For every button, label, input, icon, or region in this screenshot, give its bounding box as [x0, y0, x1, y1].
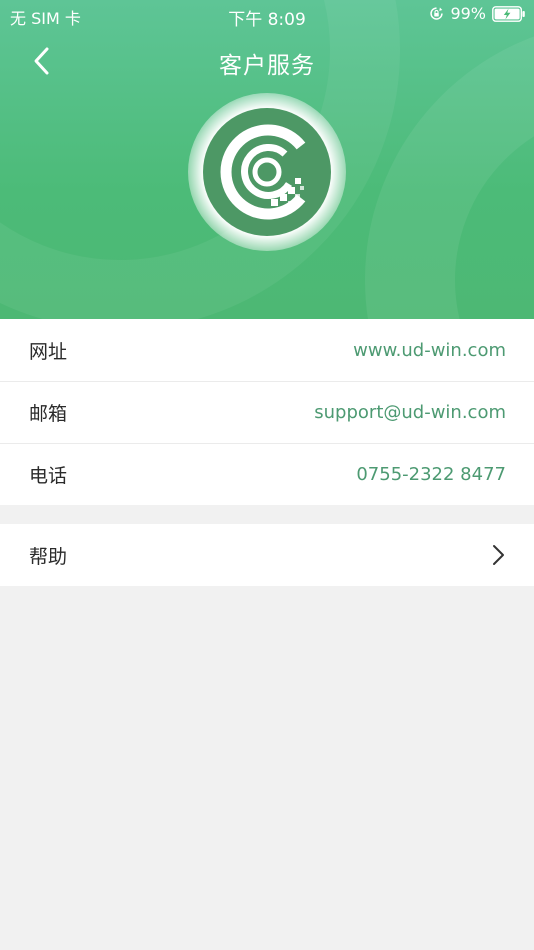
row-label: 电话 [29, 465, 68, 487]
orientation-lock-icon [430, 7, 444, 20]
status-right: 99% [429, 4, 526, 23]
page-title: 客户服务 [219, 53, 315, 79]
navigation-bar: 客户服务 [0, 38, 534, 84]
row-value[interactable]: support@ud-win.com [314, 402, 506, 423]
contact-row-email[interactable]: 邮箱 support@ud-win.com [0, 381, 534, 443]
contact-info-card: 网址 www.ud-win.com 邮箱 support@ud-win.com … [0, 319, 534, 505]
help-card: 帮助 [0, 524, 534, 586]
row-label: 邮箱 [29, 403, 68, 425]
chevron-right-icon [493, 545, 504, 565]
status-bar: 无 SIM 卡 下午 8:09 99% [0, 0, 534, 30]
app-logo-icon [203, 108, 331, 236]
row-value[interactable]: www.ud-win.com [353, 340, 506, 361]
contact-row-website[interactable]: 网址 www.ud-win.com [0, 319, 534, 381]
row-value[interactable]: 0755-2322 8477 [356, 464, 506, 485]
header-banner: 无 SIM 卡 下午 8:09 99% 客户服务 [0, 0, 534, 319]
battery-percent: 99% [450, 4, 486, 23]
help-row[interactable]: 帮助 [0, 524, 534, 586]
row-label: 帮助 [29, 545, 68, 568]
logo-glow [188, 93, 346, 251]
row-label: 网址 [29, 340, 68, 363]
contact-row-phone[interactable]: 电话 0755-2322 8477 [0, 443, 534, 505]
battery-charging-icon [492, 5, 525, 22]
